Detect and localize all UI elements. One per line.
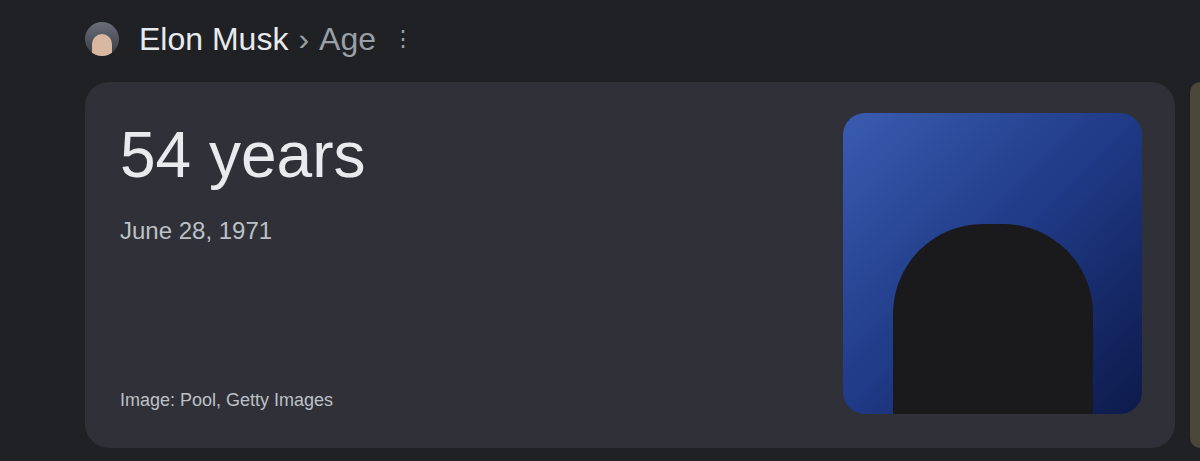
page: Elon Musk › Age ⋮ 54 years June 28, 1971 Image… [0,0,1200,461]
entity-link[interactable]: Elon Musk [139,20,288,58]
more-menu-icon[interactable]: ⋮ [392,26,414,52]
cards-row: 54 years June 28, 1971 Image: Pool, Getty … [0,82,1200,448]
image-credit: Image: Pool, Getty Images [120,389,365,412]
next-card-peek[interactable] [1190,82,1200,448]
breadcrumb-separator: › [298,20,309,58]
answer-card: 54 years June 28, 1971 Image: Pool, Getty … [85,82,1175,448]
age-value: 54 years [120,119,365,193]
birth-date: June 28, 1971 [120,215,365,246]
breadcrumb-header: Elon Musk › Age ⋮ [0,18,1200,60]
avatar-icon[interactable] [85,22,119,56]
attribute-label: Age [319,20,376,58]
portrait-photo[interactable] [843,113,1142,414]
